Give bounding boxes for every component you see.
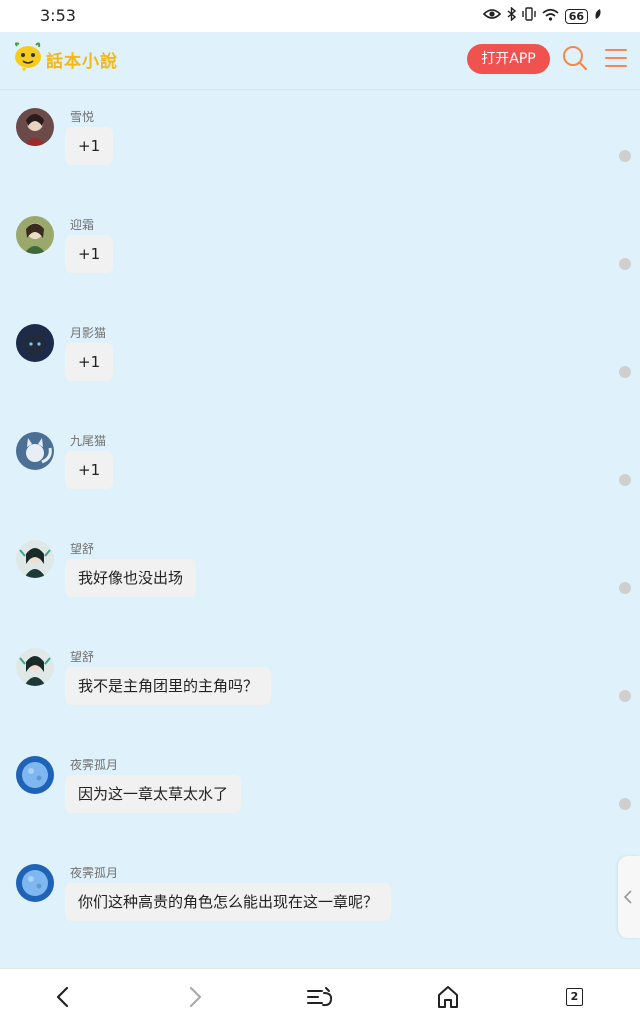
chat-message: 雪悦 +1 (0, 100, 640, 200)
username: 九尾猫 (70, 434, 107, 448)
vibrate-icon (521, 7, 536, 25)
username: 月影猫 (70, 326, 107, 340)
message-bubble: 因为这一章太草太水了 (65, 775, 242, 813)
chat-message: 望舒 我好像也没出场 (0, 532, 640, 632)
open-app-button[interactable]: 打开APP (467, 44, 550, 74)
status-icons: 66 (482, 6, 602, 25)
side-panel-tab[interactable] (618, 856, 640, 938)
more-dot-icon[interactable] (619, 798, 631, 810)
chat-message: 夜霁孤月 你们这种高贵的角色怎么能出现在这一章呢？ (0, 856, 640, 956)
more-dot-icon[interactable] (619, 474, 631, 486)
avatar[interactable] (16, 540, 54, 578)
chevron-left-icon (623, 890, 632, 904)
username: 望舒 (70, 650, 95, 664)
back-icon[interactable] (50, 983, 78, 1011)
leaf-icon (594, 8, 602, 24)
message-bubble: 你们这种高贵的角色怎么能出现在这一章呢？ (65, 883, 392, 921)
bluetooth-icon (507, 6, 516, 25)
search-icon[interactable] (561, 44, 589, 72)
logo-mascot-icon (12, 42, 44, 76)
logo-text: 話本小說 (46, 51, 118, 72)
message-bubble: +1 (65, 235, 114, 273)
username: 夜霁孤月 (70, 866, 119, 880)
chat-message: 迎霜 +1 (0, 208, 640, 308)
username: 望舒 (70, 542, 95, 556)
username: 夜霁孤月 (70, 758, 119, 772)
more-dot-icon[interactable] (619, 690, 631, 702)
username: 雪悦 (70, 110, 95, 124)
avatar[interactable] (16, 432, 54, 470)
more-dot-icon[interactable] (619, 582, 631, 594)
message-bubble: +1 (65, 127, 114, 165)
avatar[interactable] (16, 756, 54, 794)
app-header: 話本小說 打开APP (0, 32, 640, 90)
menu-icon[interactable] (603, 46, 629, 70)
message-bubble: 我好像也没出场 (65, 559, 197, 597)
more-dot-icon[interactable] (619, 258, 631, 270)
avatar[interactable] (16, 648, 54, 686)
chat-message: 夜霁孤月 因为这一章太草太水了 (0, 748, 640, 848)
status-time: 3:53 (40, 6, 76, 25)
avatar[interactable] (16, 864, 54, 902)
tabs-count-button[interactable]: 2 (566, 988, 583, 1006)
chat-message: 望舒 我不是主角团里的主角吗？ (0, 640, 640, 740)
wifi-icon (542, 8, 559, 25)
chat-message: 九尾猫 +1 (0, 424, 640, 524)
site-logo[interactable]: 話本小說 (12, 42, 118, 76)
status-bar: 3:53 66 (0, 0, 640, 32)
eye-icon (482, 8, 501, 24)
more-dot-icon[interactable] (619, 150, 631, 162)
message-bubble: +1 (65, 451, 114, 489)
browser-bottom-nav: 2 (0, 968, 640, 1024)
avatar[interactable] (16, 108, 54, 146)
username: 迎霜 (70, 218, 95, 232)
chat-message: 月影猫 +1 (0, 316, 640, 416)
more-dot-icon[interactable] (619, 366, 631, 378)
home-icon[interactable] (434, 983, 462, 1011)
avatar[interactable] (16, 216, 54, 254)
message-bubble: 我不是主角团里的主角吗？ (65, 667, 272, 705)
battery-indicator: 66 (564, 8, 588, 24)
avatar[interactable] (16, 324, 54, 362)
message-bubble: +1 (65, 343, 114, 381)
reader-mode-icon[interactable] (306, 983, 334, 1011)
forward-icon[interactable] (180, 983, 208, 1011)
